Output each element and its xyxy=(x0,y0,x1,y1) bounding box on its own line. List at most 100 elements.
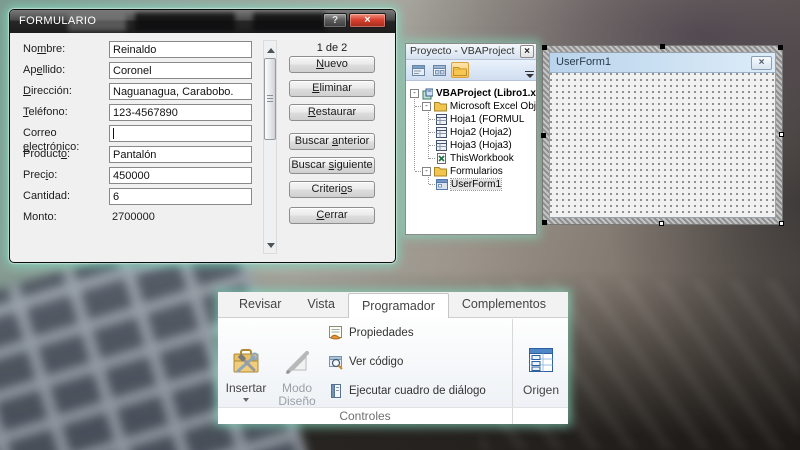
collapse-icon[interactable]: - xyxy=(410,89,419,98)
userform-designer-frame: UserForm1 × xyxy=(541,44,784,226)
view-code-button[interactable] xyxy=(409,62,427,78)
userform-grid-canvas[interactable] xyxy=(550,73,775,217)
view-code-icon xyxy=(411,64,425,76)
criterios-button[interactable]: Criterios xyxy=(289,181,375,198)
project-tree: - VBAProject (Libro1.x - Microsoft Excel… xyxy=(406,81,536,234)
tree-item-hoja2[interactable]: Hoja2 (Hoja2) xyxy=(406,126,536,139)
producto-field[interactable] xyxy=(109,146,252,163)
controles-group-label: Controles xyxy=(339,409,391,423)
view-object-icon xyxy=(432,64,446,76)
tab-revisar[interactable]: Revisar xyxy=(226,292,294,317)
sheet-icon xyxy=(436,127,447,138)
chevron-down-icon xyxy=(243,398,249,402)
precio-field[interactable] xyxy=(109,167,252,184)
formulario-dialog: FORMULARIO ? × Nombre: Apellido: Direcci… xyxy=(10,10,395,262)
origen-button[interactable]: Origen xyxy=(518,346,564,397)
collapse-icon[interactable]: - xyxy=(422,167,431,176)
project-icon xyxy=(422,88,433,99)
correo-field[interactable] xyxy=(109,125,252,142)
selection-handle[interactable] xyxy=(542,45,547,50)
tree-item-hoja3[interactable]: Hoja3 (Hoja3) xyxy=(406,139,536,152)
cerrar-button[interactable]: Cerrar xyxy=(289,207,375,224)
insertar-button[interactable]: Insertar xyxy=(222,346,270,402)
view-code-icon xyxy=(329,356,343,370)
view-object-button[interactable] xyxy=(430,62,448,78)
text-caret xyxy=(113,128,114,139)
tree-item-vbaproject[interactable]: - VBAProject (Libro1.x xyxy=(406,87,536,100)
ribbon-body: Insertar Modo Diseño Propiedades Ver cód… xyxy=(218,318,568,408)
scrollbar-down-icon[interactable] xyxy=(267,243,275,248)
toggle-folders-icon xyxy=(453,66,467,76)
help-button[interactable]: ? xyxy=(323,13,347,28)
design-mode-icon xyxy=(286,350,309,374)
field-label-producto: Producto: xyxy=(23,148,71,160)
dialog-title: FORMULARIO xyxy=(19,15,97,27)
tree-item-excel-objects[interactable]: - Microsoft Excel Obj xyxy=(406,100,536,113)
selection-handle[interactable] xyxy=(542,220,547,225)
toggle-folders-button[interactable] xyxy=(451,62,469,78)
properties-icon xyxy=(329,326,342,340)
monto-value: 2700000 xyxy=(112,211,155,223)
selection-handle[interactable] xyxy=(659,221,664,226)
direccion-field[interactable] xyxy=(109,83,252,100)
record-indicator: 1 de 2 xyxy=(316,42,348,54)
ejecutar-cuadro-dialogo-button[interactable]: Ejecutar cuadro de diálogo xyxy=(328,381,486,401)
eliminar-button[interactable]: Eliminar xyxy=(289,80,375,97)
apellido-field[interactable] xyxy=(109,62,252,79)
run-dialog-icon xyxy=(331,384,341,398)
close-icon[interactable]: × xyxy=(751,56,772,70)
field-label-precio: Precio: xyxy=(23,169,58,181)
project-explorer-title-bar[interactable]: Proyecto - VBAProject xyxy=(406,44,536,60)
record-scrollbar[interactable] xyxy=(263,40,277,254)
nombre-field[interactable] xyxy=(109,41,252,58)
telefono-field[interactable] xyxy=(109,104,252,121)
selection-handle[interactable] xyxy=(541,133,546,138)
overflow-bar xyxy=(525,71,534,72)
scrollbar-thumb[interactable] xyxy=(264,58,276,140)
folder-icon xyxy=(434,167,447,177)
tree-item-userform1[interactable]: UserForm1 xyxy=(406,178,536,191)
selection-handle[interactable] xyxy=(778,45,783,50)
tree-item-hoja1[interactable]: Hoja1 (FORMUL xyxy=(406,113,536,126)
project-explorer-toolbar xyxy=(406,60,536,81)
buscar-siguiente-button[interactable]: Buscar siguiente xyxy=(289,157,375,174)
buscar-anterior-button[interactable]: Buscar anterior xyxy=(289,133,375,150)
userform-title-bar[interactable]: UserForm1 xyxy=(550,53,775,73)
sheet-icon xyxy=(436,140,447,151)
chevron-down-icon xyxy=(525,74,534,78)
glass-blur-patch xyxy=(253,13,325,31)
tab-complementos[interactable]: Complementos xyxy=(449,292,559,317)
glass-blur-patch xyxy=(135,13,235,31)
scrollbar-grip xyxy=(267,95,273,96)
form-icon xyxy=(436,179,448,190)
scrollbar-up-icon[interactable] xyxy=(267,48,275,53)
toolbar-overflow-button[interactable] xyxy=(525,71,534,78)
dialog-title-bar[interactable]: FORMULARIO ? × xyxy=(10,10,395,33)
ribbon-footer: Controles xyxy=(218,407,568,424)
close-icon[interactable]: × xyxy=(349,13,386,28)
propiedades-button[interactable]: Propiedades xyxy=(328,323,414,343)
restaurar-button[interactable]: Restaurar xyxy=(289,104,375,121)
field-label-nombre: Nombre: xyxy=(23,43,66,55)
tab-programador[interactable]: Programador xyxy=(347,293,449,318)
collapse-icon[interactable]: - xyxy=(422,102,431,111)
close-icon[interactable]: × xyxy=(520,45,534,58)
selection-handle[interactable] xyxy=(660,44,665,49)
folder-icon xyxy=(434,102,447,112)
ver-codigo-button[interactable]: Ver código xyxy=(328,352,403,372)
excel-ribbon: Revisar Vista Programador Complementos I… xyxy=(218,292,568,424)
field-label-monto: Monto: xyxy=(23,211,57,223)
ribbon-tab-bar: Revisar Vista Programador Complementos xyxy=(218,292,568,318)
tab-vista[interactable]: Vista xyxy=(294,292,348,317)
project-explorer-panel: Proyecto - VBAProject × - VBAProject (Li… xyxy=(405,43,537,235)
field-label-direccion: Dirección: xyxy=(23,85,72,97)
cantidad-field[interactable] xyxy=(109,188,252,205)
nuevo-button[interactable]: Nuevo xyxy=(289,56,375,73)
userform-window: UserForm1 × xyxy=(549,52,776,218)
modo-diseno-button[interactable]: Modo Diseño xyxy=(272,346,322,408)
selection-handle[interactable] xyxy=(779,221,784,226)
tree-item-formularios[interactable]: - Formularios xyxy=(406,165,536,178)
field-label-apellido: Apellido: xyxy=(23,64,66,76)
selection-handle[interactable] xyxy=(779,132,784,137)
tree-item-thisworkbook[interactable]: ThisWorkbook xyxy=(406,152,536,165)
